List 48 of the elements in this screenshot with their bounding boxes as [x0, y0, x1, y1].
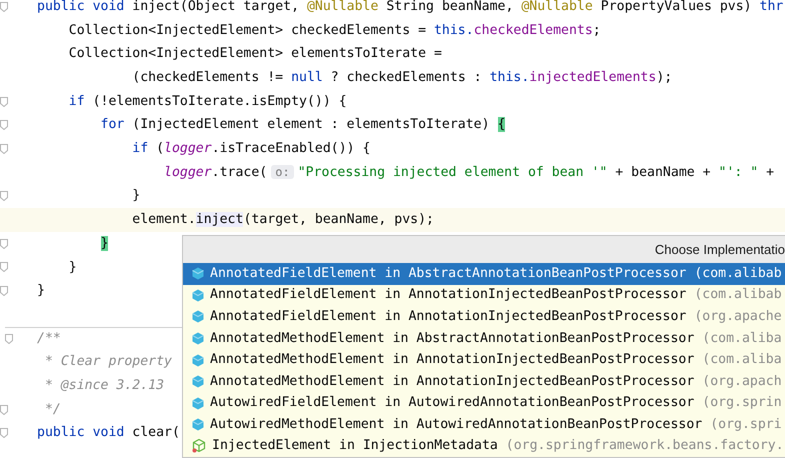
fold-marker-icon[interactable]: [0, 262, 8, 272]
parameter-hint: o:: [271, 164, 294, 179]
code-comment: * @since 3.2.13: [44, 376, 164, 395]
cube-icon: [192, 310, 204, 324]
cube-icon: [192, 267, 204, 280]
cube-icon: [192, 418, 204, 432]
cube-icon: [192, 375, 204, 388]
cube-icon: [192, 396, 204, 410]
code-comment: /**: [37, 330, 61, 348]
fold-marker-icon[interactable]: [0, 238, 8, 249]
implementation-item[interactable]: AnnotatedFieldElement in AbstractAnnotationBeanPostProcessor (com.alibab: [183, 263, 785, 285]
fold-marker-icon[interactable]: [0, 96, 8, 107]
fold-marker-icon[interactable]: [0, 120, 8, 130]
code-line: for (InjectedElement element : elementsToIterate) {: [100, 116, 506, 134]
implementation-item[interactable]: AnnotatedFieldElement in AnnotationInjectedBeanPostProcessor (org.apache: [183, 306, 785, 328]
code-line: }: [37, 282, 45, 300]
code-comment: */: [44, 400, 61, 419]
fold-marker-icon[interactable]: [0, 144, 8, 154]
code-line: public void inject(Object target, @Nullable String beanName, @Nullable PropertyValues pvs) thr: [37, 0, 784, 16]
fold-marker-icon[interactable]: [0, 191, 8, 202]
code-line: (checkedElements != null ? checkedElements : this.injectedElements);: [131, 69, 672, 87]
implementation-item[interactable]: AnnotatedMethodElement in AnnotationInjectedBeanPostProcessor (org.apach: [183, 370, 785, 392]
fold-marker-icon[interactable]: [0, 404, 8, 415]
implementation-item[interactable]: AutowiredMethodElement in AutowiredAnnotationBeanPostProcessor (org.spri: [183, 414, 785, 436]
implementation-item[interactable]: AnnotatedMethodElement in AbstractAnnotationBeanPostProcessor (com.aliba: [183, 328, 785, 350]
code-line: Collection<InjectedElement> elementsToIterate =: [68, 45, 442, 64]
code-line: if (logger.isTraceEnabled()) {: [131, 140, 370, 158]
code-line: public void clear(: [37, 424, 180, 442]
implementation-item[interactable]: InjectedElement in InjectionMetadata (org.springframework.beans.factory.: [183, 436, 785, 458]
code-line: }: [131, 187, 140, 206]
implementation-item[interactable]: AnnotatedFieldElement in AnnotationInjectedBeanPostProcessor (com.alibab: [183, 284, 785, 306]
code-comment: * Clear property: [44, 353, 172, 372]
code-line: logger.trace( o: "Processing injected element of bean '" + beanName + "': " +: [163, 164, 774, 182]
fold-marker-icon[interactable]: [0, 286, 8, 296]
implementation-item[interactable]: AnnotatedMethodElement in AnnotationInjectedBeanPostProcessor (com.aliba: [183, 349, 785, 371]
code-line: if (!elementsToIterate.isEmpty()) {: [68, 92, 347, 111]
code-line: element.inject(target, beanName, pvs);: [131, 211, 434, 230]
code-line: }: [68, 258, 77, 276]
cube-icon: [192, 332, 204, 345]
cube-outline-icon: [192, 439, 206, 454]
fold-marker-icon[interactable]: [0, 2, 8, 12]
cube-icon: [192, 288, 204, 302]
popup-title: Choose Implementatio: [654, 240, 785, 259]
cube-icon: [192, 354, 204, 367]
fold-marker-icon[interactable]: [0, 428, 8, 438]
fold-marker-icon[interactable]: [5, 334, 13, 344]
implementation-item[interactable]: AutowiredFieldElement in AutowiredAnnotationBeanPostProcessor (org.sprin: [183, 392, 785, 414]
code-line: Collection<InjectedElement> checkedElements = this.checkedElements;: [68, 22, 601, 40]
